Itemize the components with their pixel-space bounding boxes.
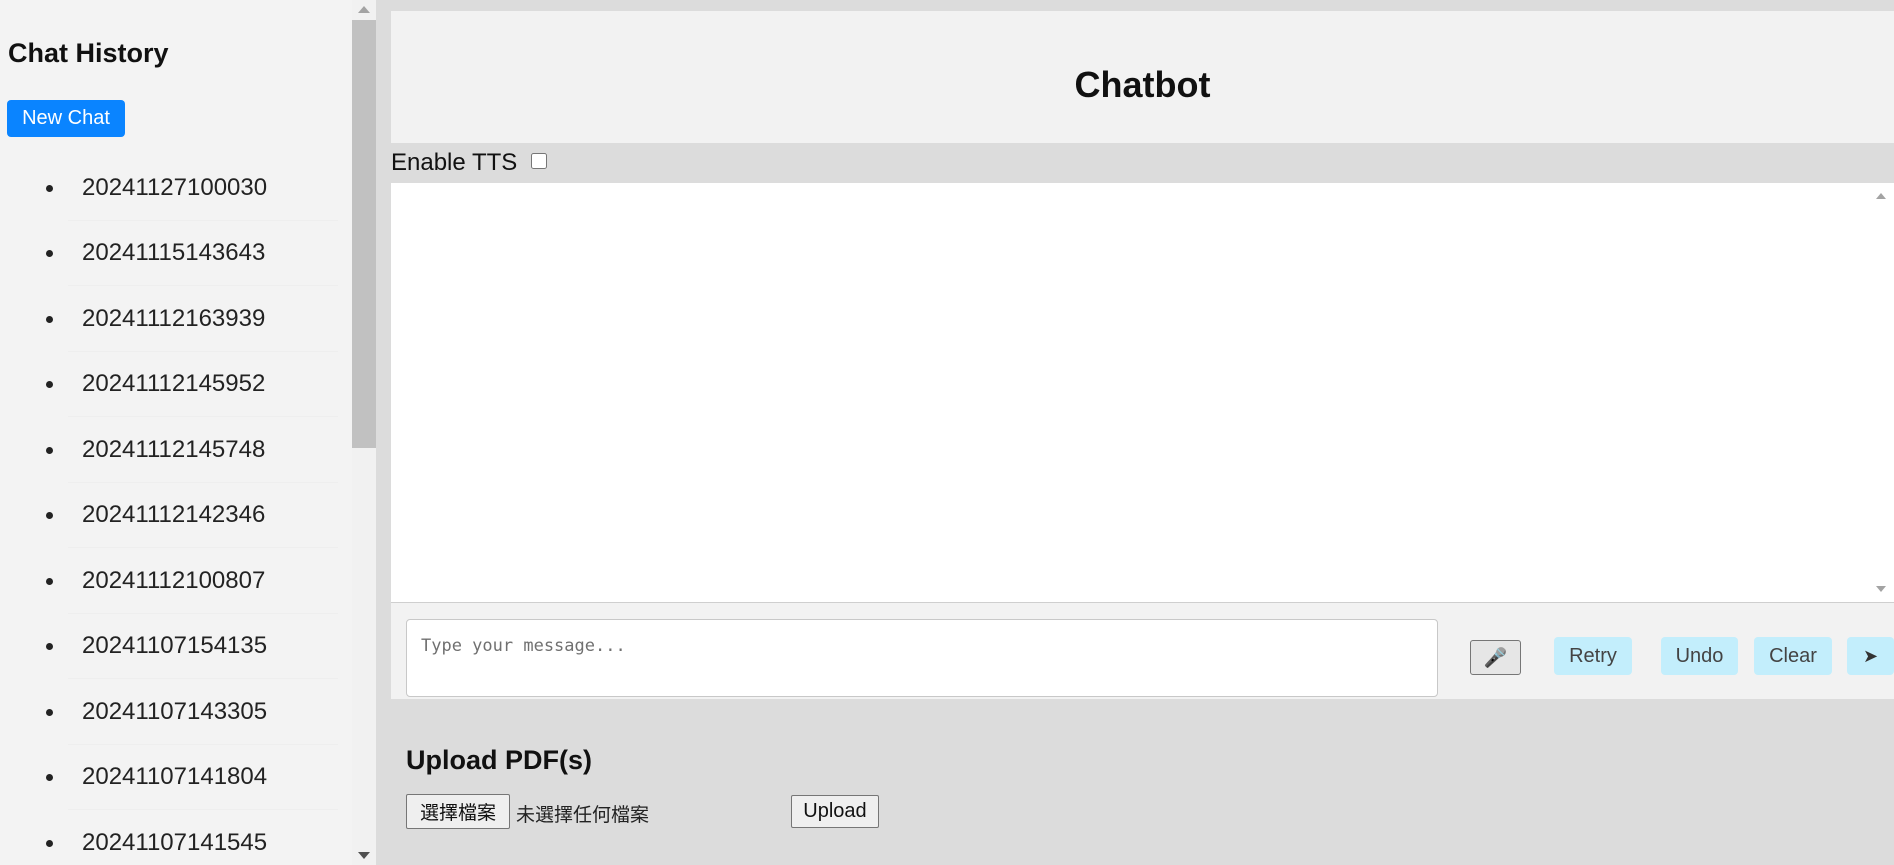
file-status-text: 未選擇任何檔案 (516, 804, 650, 826)
chat-history-sidebar: Chat History New Chat 20241127100030 202… (0, 0, 376, 865)
scroll-down-arrow-icon[interactable] (358, 852, 370, 859)
microphone-button[interactable]: 🎤 (1470, 640, 1521, 675)
bullet-icon (46, 774, 53, 782)
upload-button[interactable]: Upload (791, 795, 879, 828)
chat-scroll-up-icon[interactable] (1876, 193, 1886, 199)
choose-file-button[interactable]: 選擇檔案 (406, 794, 510, 829)
chat-history-item-label[interactable]: 20241107143305 (68, 679, 338, 745)
bullet-icon (46, 446, 53, 454)
chat-history-item[interactable]: 20241112145952 (0, 351, 352, 417)
bullet-icon (46, 315, 53, 323)
chatbot-panel: Chatbot Enable TTS 🎤 Retry Undo Clear ➤ (391, 11, 1894, 699)
chat-history-item[interactable]: 20241107154135 (0, 613, 352, 679)
clear-button[interactable]: Clear (1754, 637, 1832, 675)
scroll-up-arrow-icon[interactable] (358, 6, 370, 13)
chat-history-item-label[interactable]: 20241112145748 (68, 417, 338, 483)
bullet-icon (46, 381, 53, 389)
undo-button[interactable]: Undo (1661, 637, 1738, 675)
bullet-icon (46, 839, 53, 847)
chat-history-item[interactable]: 20241115143643 (0, 220, 352, 286)
chat-history-item[interactable]: 20241107143305 (0, 679, 352, 745)
chat-history-item-label[interactable]: 20241112163939 (68, 286, 338, 352)
chat-messages-area[interactable] (391, 183, 1894, 603)
chat-history-item-label[interactable]: 20241112142346 (68, 482, 338, 548)
microphone-icon: 🎤 (1483, 647, 1508, 669)
chat-history-item-label[interactable]: 20241107141804 (68, 744, 338, 810)
bullet-icon (46, 184, 53, 192)
chat-history-item-label[interactable]: 20241107154135 (68, 613, 338, 679)
tts-label: Enable TTS (391, 149, 518, 176)
page-title: Chatbot (1074, 64, 1211, 105)
message-input[interactable] (406, 619, 1438, 697)
chat-history-list: 20241127100030 20241115143643 2024111216… (0, 155, 352, 865)
chat-history-item[interactable]: 20241107141545 (0, 810, 352, 865)
chat-history-item-label[interactable]: 20241127100030 (68, 155, 338, 221)
message-input-row: 🎤 Retry Undo Clear ➤ (391, 604, 1894, 699)
sidebar-scroll-thumb[interactable] (352, 20, 376, 448)
chat-history-item[interactable]: 20241127100030 (0, 155, 352, 221)
bullet-icon (46, 250, 53, 258)
upload-pdf-section: Upload PDF(s) 選擇檔案 未選擇任何檔案 Upload (406, 730, 1806, 850)
upload-title: Upload PDF(s) (406, 745, 592, 775)
chat-history-item-label[interactable]: 20241112145952 (68, 351, 338, 417)
chat-history-item[interactable]: 20241112100807 (0, 548, 352, 614)
chat-history-item[interactable]: 20241112145748 (0, 417, 352, 483)
chat-history-item[interactable]: 20241112163939 (0, 286, 352, 352)
chat-history-item[interactable]: 20241107141804 (0, 744, 352, 810)
chat-scroll-down-icon[interactable] (1876, 586, 1886, 592)
chat-history-item[interactable]: 20241112142346 (0, 482, 352, 548)
bullet-icon (46, 708, 53, 716)
bullet-icon (46, 512, 53, 520)
new-chat-button[interactable]: New Chat (7, 100, 125, 137)
chat-history-item-label[interactable]: 20241115143643 (68, 220, 338, 286)
main-area: Chatbot Enable TTS 🎤 Retry Undo Clear ➤ … (376, 0, 1894, 865)
send-button[interactable]: ➤ (1847, 637, 1894, 675)
sidebar-title: Chat History (8, 38, 169, 68)
chat-history-item-label[interactable]: 20241112100807 (68, 548, 338, 614)
tts-row: Enable TTS (391, 143, 1894, 183)
sidebar-content: Chat History New Chat 20241127100030 202… (0, 0, 352, 865)
retry-button[interactable]: Retry (1554, 637, 1632, 675)
chat-history-item-label[interactable]: 20241107141545 (68, 810, 338, 865)
tts-checkbox[interactable] (531, 153, 548, 169)
bullet-icon (46, 577, 53, 585)
sidebar-scrollbar[interactable] (352, 0, 376, 865)
bullet-icon (46, 643, 53, 651)
